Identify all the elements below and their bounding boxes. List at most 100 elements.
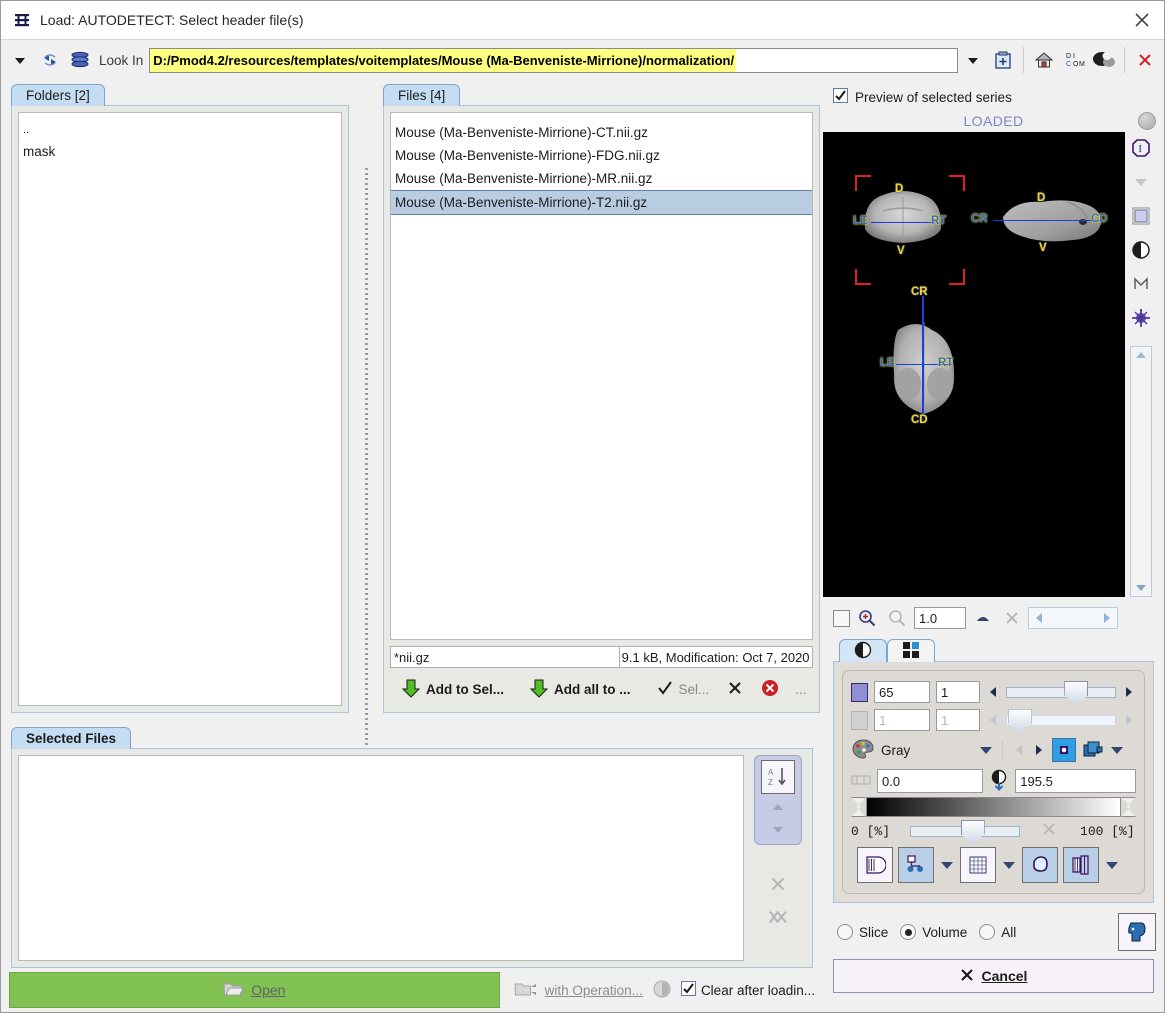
clear-after-loading-checkbox[interactable]: Clear after loadin... bbox=[680, 981, 815, 999]
zoom-value-input[interactable]: 1.0 bbox=[914, 607, 966, 629]
window-max-input[interactable]: 195.5 bbox=[1015, 769, 1136, 793]
select-button[interactable]: Sel... bbox=[651, 678, 716, 701]
database-icon[interactable] bbox=[65, 45, 95, 75]
remove-selected-button[interactable] bbox=[769, 875, 787, 896]
chevron-down-icon[interactable] bbox=[1128, 170, 1154, 194]
slice-prev-icon[interactable] bbox=[986, 686, 1000, 698]
add-all-button[interactable]: Add all to ... bbox=[524, 676, 637, 703]
zoom-in-icon[interactable] bbox=[854, 609, 880, 627]
selected-files-listbox[interactable] bbox=[18, 755, 744, 961]
close-red-icon[interactable] bbox=[1130, 45, 1160, 75]
triangle-left-icon[interactable] bbox=[1029, 608, 1049, 628]
radio-all[interactable] bbox=[979, 924, 996, 940]
grid-icon[interactable] bbox=[960, 847, 996, 883]
colorbar[interactable] bbox=[866, 797, 1121, 817]
layout-square-icon[interactable] bbox=[1128, 204, 1154, 228]
list-item[interactable]: .. bbox=[19, 113, 341, 140]
radio-volume[interactable] bbox=[900, 924, 917, 940]
head-profile-icon[interactable] bbox=[1118, 913, 1156, 951]
percent-slider-track[interactable] bbox=[910, 819, 1021, 844]
lut-dropdown-icon[interactable] bbox=[979, 746, 993, 755]
home-icon[interactable] bbox=[1029, 45, 1059, 75]
triangle-right-icon[interactable] bbox=[1097, 608, 1117, 628]
info-circle-icon[interactable]: I bbox=[1128, 136, 1154, 160]
frame-stepper[interactable] bbox=[1028, 607, 1118, 629]
close-icon[interactable] bbox=[1128, 6, 1156, 34]
add-to-selection-button[interactable]: Add to Sel... bbox=[396, 676, 510, 703]
tab-files[interactable]: Files [4] bbox=[383, 84, 461, 106]
radio-slice[interactable] bbox=[837, 924, 853, 940]
slice-color-icon[interactable] bbox=[851, 682, 868, 702]
folders-listbox[interactable]: .. mask bbox=[18, 112, 342, 706]
crosshair-icon[interactable] bbox=[1128, 306, 1154, 330]
fusion-menu-icon[interactable] bbox=[1104, 861, 1120, 870]
contrast-drop-icon[interactable] bbox=[989, 769, 1009, 794]
slice-value-input[interactable]: 65 bbox=[874, 681, 930, 703]
open-button[interactable]: Open bbox=[9, 972, 500, 1008]
preview-checkbox[interactable]: Preview of selected series bbox=[823, 80, 1164, 110]
iso-contour-icon[interactable] bbox=[1022, 847, 1058, 883]
path-empty-area[interactable] bbox=[736, 48, 957, 72]
contrast-icon[interactable] bbox=[1128, 238, 1154, 262]
vois-icon[interactable] bbox=[898, 847, 934, 883]
percent-reset-icon[interactable] bbox=[1042, 822, 1056, 840]
tab-folders[interactable]: Folders [2] bbox=[11, 84, 105, 106]
files-listbox[interactable]: Mouse (Ma-Benveniste-Mirrione)-CT.nii.gz… bbox=[390, 112, 813, 640]
progress-icon[interactable] bbox=[653, 980, 671, 1001]
tab-selected-files[interactable]: Selected Files bbox=[11, 727, 132, 749]
list-item[interactable]: mask bbox=[19, 140, 341, 163]
tab-layout[interactable] bbox=[887, 639, 935, 662]
list-item-selected[interactable]: Mouse (Ma-Benveniste-Mirrione)-T2.nii.gz bbox=[391, 190, 812, 215]
splitter[interactable] bbox=[359, 80, 373, 748]
palette-icon[interactable] bbox=[851, 738, 875, 763]
deselect-button[interactable] bbox=[721, 678, 749, 701]
lut-next-icon[interactable] bbox=[1032, 744, 1046, 756]
x-icon[interactable] bbox=[1000, 611, 1024, 625]
path-combo-arrow-icon[interactable] bbox=[958, 45, 988, 75]
colorbar-right-handle[interactable] bbox=[1121, 797, 1136, 817]
invert-lut-icon[interactable] bbox=[1052, 738, 1076, 762]
zoom-out-icon[interactable] bbox=[884, 609, 910, 627]
fusion-icon[interactable] bbox=[1063, 847, 1099, 883]
slice-step-input[interactable]: 1 bbox=[936, 681, 980, 703]
vois-menu-icon[interactable] bbox=[939, 861, 955, 870]
grid-menu-icon[interactable] bbox=[1001, 861, 1017, 870]
path-input[interactable]: D:/Pmod4.2/resources/templates/voitempla… bbox=[149, 47, 958, 73]
window-min-input[interactable]: 0.0 bbox=[877, 769, 984, 793]
copy-lut-icon[interactable] bbox=[1082, 740, 1104, 760]
list-item[interactable]: Mouse (Ma-Benveniste-Mirrione)-CT.nii.gz bbox=[391, 121, 812, 144]
lut-menu-icon[interactable] bbox=[1110, 746, 1124, 755]
with-operation-button[interactable]: with Operation... bbox=[514, 980, 643, 1001]
stepper-track[interactable] bbox=[1049, 608, 1097, 628]
chevron-down-icon[interactable] bbox=[5, 45, 35, 75]
refresh-icon[interactable] bbox=[35, 45, 65, 75]
slice-next-icon[interactable] bbox=[1122, 686, 1136, 698]
slice-slider-knob[interactable] bbox=[1064, 680, 1089, 705]
more-options-button[interactable]: ... bbox=[789, 680, 812, 699]
triangle-icon[interactable] bbox=[970, 613, 996, 623]
m-marker-icon[interactable] bbox=[1128, 272, 1154, 296]
preview-canvas[interactable]: D LE RT V D CR CD V CR LE RT CD bbox=[823, 132, 1125, 597]
bookmark-add-icon[interactable] bbox=[988, 45, 1018, 75]
move-up-button[interactable] bbox=[764, 798, 792, 816]
dicom-icon[interactable]: D I C O M bbox=[1059, 45, 1089, 75]
list-item[interactable]: Mouse (Ma-Benveniste-Mirrione)-MR.nii.gz bbox=[391, 167, 812, 190]
percent-slider-knob[interactable] bbox=[960, 819, 985, 844]
move-down-button[interactable] bbox=[764, 820, 792, 838]
scroll-up-button[interactable] bbox=[1132, 347, 1150, 363]
remove-button[interactable] bbox=[755, 677, 785, 702]
remove-all-button[interactable] bbox=[768, 908, 788, 929]
scroll-down-button[interactable] bbox=[1132, 580, 1150, 596]
preview-lock-checkbox[interactable] bbox=[833, 609, 850, 627]
overlay-icon[interactable] bbox=[857, 847, 893, 883]
list-item[interactable]: Mouse (Ma-Benveniste-Mirrione)-FDG.nii.g… bbox=[391, 144, 812, 167]
tab-contrast[interactable] bbox=[839, 639, 887, 662]
file-filter-input[interactable]: *nii.gz bbox=[390, 646, 620, 668]
slice-slider-track[interactable] bbox=[1006, 680, 1116, 705]
brain-icon[interactable] bbox=[1089, 45, 1119, 75]
status-dot-icon[interactable] bbox=[1138, 112, 1156, 130]
cancel-button[interactable]: Cancel bbox=[833, 959, 1154, 993]
colorbar-left-handle[interactable] bbox=[851, 797, 866, 817]
sort-az-icon[interactable]: A Z bbox=[761, 760, 795, 794]
preview-scrollbar[interactable] bbox=[1130, 346, 1152, 597]
